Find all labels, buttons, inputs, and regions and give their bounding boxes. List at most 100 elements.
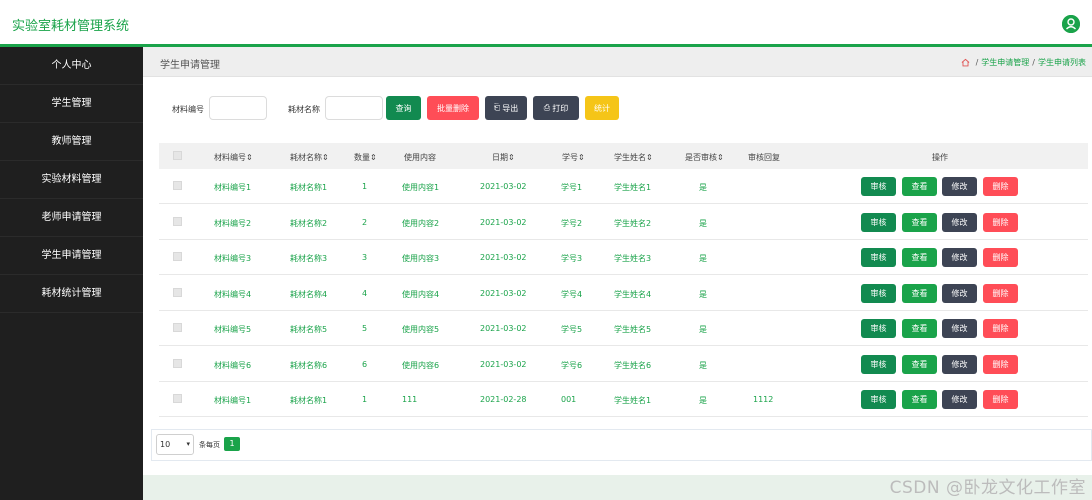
cell-student-name: 学生姓名1 (614, 183, 652, 192)
edit-button[interactable]: 修改 (942, 390, 977, 409)
sidebar-item-student-management[interactable]: 学生管理 (0, 85, 143, 123)
cell-quantity: 2 (362, 217, 368, 227)
material-name-label: 耗材名称 (288, 105, 320, 114)
view-button[interactable]: 查看 (902, 283, 937, 303)
sidebar-item-personal-center[interactable]: 个人中心 (0, 47, 143, 85)
cell-material-name: 耗材名称3 (290, 254, 328, 263)
delete-button[interactable]: 删除 (983, 283, 1018, 303)
filter-bar: 材料编号 耗材名称 查询 批量删除 ⎗ 导出 ⎙ 打印 统计 (143, 95, 1092, 125)
cell-material-no: 材料编号3 (214, 254, 252, 263)
home-icon[interactable] (961, 58, 970, 67)
sidebar-item-teacher-management[interactable]: 教师管理 (0, 123, 143, 161)
delete-button[interactable]: 删除 (983, 248, 1018, 267)
cell-student-name: 学生姓名2 (614, 218, 652, 228)
review-button[interactable]: 审核 (861, 177, 896, 196)
delete-button[interactable]: 删除 (983, 354, 1018, 374)
user-avatar-icon[interactable] (1062, 15, 1080, 33)
review-button[interactable]: 审核 (861, 248, 896, 267)
delete-button[interactable]: 删除 (983, 390, 1018, 409)
row-checkbox[interactable] (173, 181, 182, 190)
cell-material-name: 耗材名称1 (290, 183, 328, 192)
breadcrumb-item-student-application[interactable]: 学生申请管理 (981, 57, 1029, 68)
cell-material-no: 材料编号6 (214, 360, 252, 370)
edit-button[interactable]: 修改 (942, 212, 977, 232)
page-number-1[interactable]: 1 (224, 437, 240, 451)
export-button[interactable]: ⎗ 导出 (485, 96, 527, 120)
review-button[interactable]: 审核 (861, 354, 896, 374)
view-button[interactable]: 查看 (902, 177, 937, 196)
delete-button[interactable]: 删除 (983, 177, 1018, 196)
cell-quantity: 4 (362, 288, 368, 298)
cell-approved: 是 (699, 218, 707, 228)
sidebar-item-teacher-application[interactable]: 老师申请管理 (0, 199, 143, 237)
header-material-no[interactable]: 材料编号⇕ (214, 152, 253, 163)
query-button[interactable]: 查询 (386, 96, 421, 120)
cell-approved: 是 (699, 289, 707, 299)
header-student-id[interactable]: 学号⇕ (562, 152, 585, 163)
cell-approved: 是 (699, 396, 707, 405)
edit-button[interactable]: 修改 (942, 177, 977, 196)
cell-approved: 是 (699, 254, 707, 263)
edit-button[interactable]: 修改 (942, 319, 977, 338)
cell-quantity: 6 (362, 359, 368, 369)
header-student-name[interactable]: 学生姓名⇕ (614, 152, 653, 163)
material-no-input[interactable] (209, 96, 267, 120)
cell-approved: 是 (699, 325, 707, 334)
edit-button[interactable]: 修改 (942, 283, 977, 303)
page-size-select[interactable]: 10 ▾ (156, 434, 194, 455)
sidebar-item-student-application[interactable]: 学生申请管理 (0, 237, 143, 275)
export-icon: ⎗ (493, 103, 501, 112)
material-name-input[interactable] (325, 96, 383, 120)
header-quantity[interactable]: 数量⇕ (354, 152, 377, 163)
header-approved[interactable]: 是否审核⇕ (685, 152, 724, 163)
view-button[interactable]: 查看 (902, 212, 937, 232)
per-page-label: 条每页 (199, 441, 220, 449)
row-checkbox[interactable] (173, 358, 182, 368)
sidebar-item-material-management[interactable]: 实验材料管理 (0, 161, 143, 199)
edit-button[interactable]: 修改 (942, 354, 977, 374)
view-button[interactable]: 查看 (902, 390, 937, 409)
cell-review-reply: 1112 (753, 395, 774, 404)
row-checkbox[interactable] (173, 287, 182, 297)
delete-button[interactable]: 删除 (983, 319, 1018, 338)
stats-button[interactable]: 统计 (585, 96, 619, 120)
cell-quantity: 5 (362, 324, 368, 333)
select-all-checkbox[interactable] (173, 151, 182, 160)
table-header: 材料编号⇕ 耗材名称⇕ 数量⇕ 使用内容 日期⇕ 学号⇕ 学生姓名⇕ 是否审核⇕… (159, 143, 1088, 169)
cell-usage-content: 使用内容1 (402, 183, 440, 192)
batch-delete-button[interactable]: 批量删除 (427, 96, 479, 120)
cell-student-id: 001 (561, 395, 577, 404)
header-date[interactable]: 日期⇕ (492, 152, 515, 163)
app-title: 实验室耗材管理系统 (12, 19, 130, 34)
review-button[interactable]: 审核 (861, 319, 896, 338)
edit-button[interactable]: 修改 (942, 248, 977, 267)
cell-material-no: 材料编号1 (214, 183, 252, 192)
print-button[interactable]: ⎙ 打印 (533, 96, 579, 120)
cell-student-id: 学号6 (561, 360, 583, 370)
cell-material-no: 材料编号2 (214, 218, 252, 228)
cell-student-id: 学号2 (561, 218, 583, 228)
sidebar-item-consumable-stats[interactable]: 耗材统计管理 (0, 275, 143, 313)
cell-quantity: 1 (362, 395, 368, 404)
table-row: 材料编号1 耗材名称1 1 使用内容1 2021-03-02 学号1 学生姓名1 是 审核 查看修… (159, 169, 1088, 204)
header-actions: 操作 (932, 153, 948, 162)
cell-student-name: 学生姓名5 (614, 325, 652, 334)
row-checkbox[interactable] (173, 252, 182, 261)
cell-date: 2021-03-02 (480, 324, 527, 333)
review-button[interactable]: 审核 (861, 283, 896, 303)
view-button[interactable]: 查看 (902, 319, 937, 338)
cell-student-id: 学号4 (561, 289, 583, 299)
table-row: 材料编号4 耗材名称4 4 使用内容4 2021-03-02 学号4 学生姓名4 是 审核 查看修… (159, 275, 1088, 311)
row-checkbox[interactable] (173, 394, 182, 403)
view-button[interactable]: 查看 (902, 248, 937, 267)
review-button[interactable]: 审核 (861, 390, 896, 409)
table-row: 材料编号1 耗材名称1 1 111 2021-02-28 001 学生姓名1 是 1112 审核查… (159, 382, 1088, 417)
cell-date: 2021-02-28 (480, 395, 527, 404)
row-checkbox[interactable] (173, 323, 182, 332)
header-material-name[interactable]: 耗材名称⇕ (290, 152, 329, 163)
row-checkbox[interactable] (173, 216, 182, 226)
review-button[interactable]: 审核 (861, 212, 896, 232)
cell-usage-content: 111 (402, 395, 418, 404)
view-button[interactable]: 查看 (902, 354, 937, 374)
delete-button[interactable]: 删除 (983, 212, 1018, 232)
